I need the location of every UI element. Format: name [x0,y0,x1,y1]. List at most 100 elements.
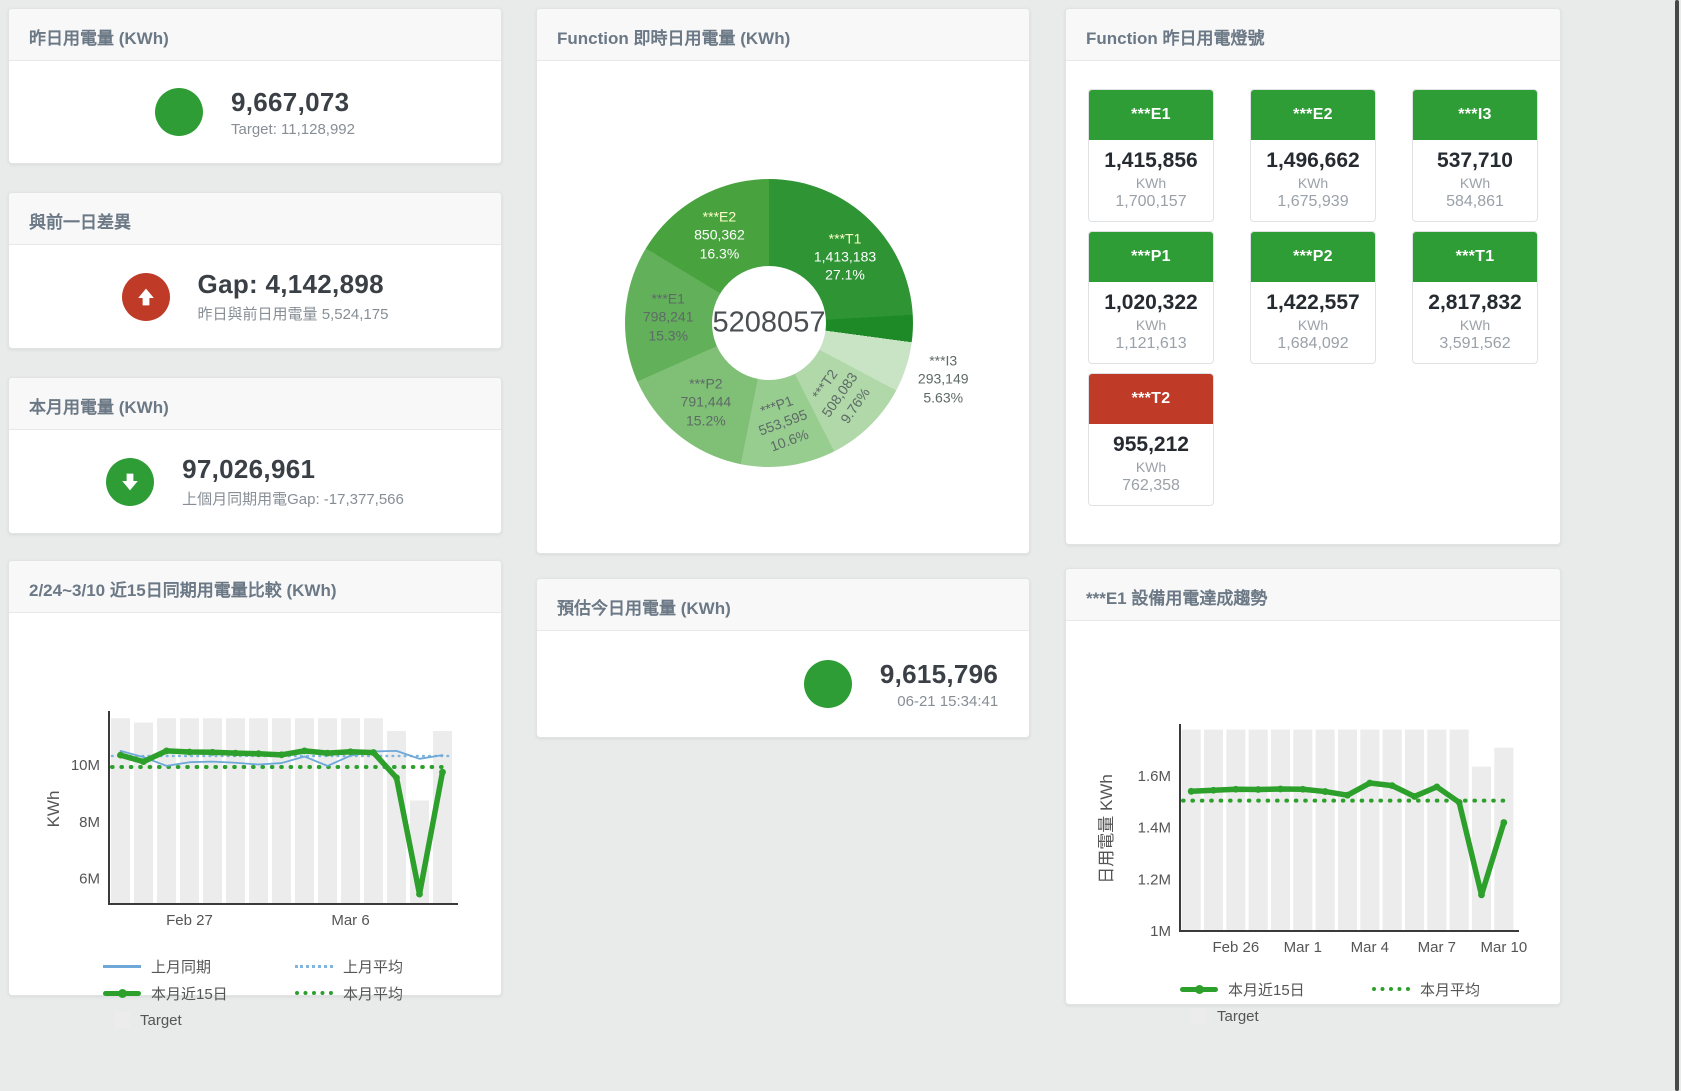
tile-usage-value: 1,415,856 [1093,149,1209,173]
card-15day-compare-chart: 2/24~3/10 近15日同期用電量比較 (KWh) 6M8M10MFeb 2… [8,560,502,996]
device-tile-I3[interactable]: ***I3 537,710 KWh 584,861 [1412,89,1538,222]
legend-item-本月近15日[interactable]: 本月近15日 [103,982,295,1004]
legend-label: 本月平均 [1420,979,1480,1000]
gap-previous-day-value: Gap: 4,142,898 [198,269,389,300]
tile-body: 1,422,557KWh1,684,092 [1251,282,1375,363]
tile-unit-label: KWh [1417,317,1533,333]
svg-text:6M: 6M [79,870,100,887]
yesterday-usage-target: Target: 11,128,992 [231,121,355,138]
donut-slice-label-E1: ***E1798,24115.3% [643,289,694,344]
svg-text:8M: 8M [79,814,100,831]
tile-usage-value: 955,212 [1093,433,1209,457]
legend-item-Target[interactable]: Target [1180,1005,1372,1027]
legend-item-本月近15日[interactable]: 本月近15日 [1180,978,1372,1000]
card-title-e1-trend: ***E1 設備用電達成趨勢 [1066,569,1560,621]
tile-usage-value: 1,496,662 [1255,149,1371,173]
arrow-up-circle-icon [122,273,170,321]
svg-text:Mar 4: Mar 4 [1351,939,1389,956]
donut-slice-label-P2: ***P2791,44415.2% [681,374,732,429]
tile-target-value: 1,700,157 [1093,193,1209,211]
card-function-lights: Function 昨日用電燈號 ***E11,415,856KWh1,700,1… [1065,8,1561,545]
card-yesterday-usage: 昨日用電量 (KWh) 9,667,073 Target: 11,128,992 [8,8,502,164]
tile-body: 2,817,832 KWh 3,591,562 [1413,282,1537,363]
device-tile-T1[interactable]: ***T1 2,817,832 KWh 3,591,562 [1412,231,1538,364]
today-estimate-value: 9,615,796 [880,659,998,690]
month-usage-gap: 上個月同期用電Gap: -17,377,566 [182,488,404,509]
legend-item-上月平均[interactable]: 上月平均 [295,955,466,977]
tile-body: 537,710 KWh 584,861 [1413,140,1537,221]
svg-text:Mar 10: Mar 10 [1480,939,1527,956]
svg-text:Mar 6: Mar 6 [331,912,369,929]
tile-header-label: ***E2 [1251,90,1375,140]
card-title-gap-previous-day: 與前一日差異 [9,193,501,245]
svg-text:日用電量 KWh: 日用電量 KWh [1097,774,1116,884]
tile-header-label: ***P2 [1251,232,1375,282]
tile-target-value: 584,861 [1417,193,1533,211]
yesterday-usage-value: 9,667,073 [231,87,355,118]
status-circle-icon [804,660,852,708]
legend-item-上月同期[interactable]: 上月同期 [103,955,295,977]
tile-header-label: ***I3 [1413,90,1537,140]
tile-body: 955,212KWh762,358 [1089,424,1213,505]
device-tile-T2[interactable]: ***T2955,212KWh762,358 [1088,373,1214,506]
device-tile-P1[interactable]: ***P1 1,020,322 KWh 1,121,613 [1088,231,1214,364]
card-title-function-realtime: Function 即時日用電量 (KWh) [537,9,1029,61]
e1-trend-chart-legend: 本月近15日 本月平均 Target [1180,978,1538,1027]
legend-label: Target [140,1012,182,1029]
e1-trend-chart: 1M1.2M1.4M1.6MFeb 26Mar 1Mar 4Mar 7Mar 1… [1088,719,1538,1027]
device-tile-E1[interactable]: ***E11,415,856KWh1,700,157 [1088,89,1214,222]
card-title-yesterday-usage: 昨日用電量 (KWh) [9,9,501,61]
legend-swatch [295,991,333,995]
today-estimate-timestamp: 06-21 15:34:41 [880,693,998,710]
card-title-function-lights: Function 昨日用電燈號 [1066,9,1560,61]
legend-swatch [1180,987,1218,992]
legend-item-本月平均[interactable]: 本月平均 [1372,978,1538,1000]
legend-label: 上月同期 [151,956,211,977]
tile-unit-label: KWh [1093,317,1209,333]
donut-slice-label-T1: ***T11,413,18327.1% [814,229,876,284]
svg-text:1.4M: 1.4M [1138,820,1171,837]
card-function-realtime-donut: Function 即時日用電量 (KWh) 5208057 ***T11,413… [536,8,1030,554]
legend-label: 上月平均 [343,956,403,977]
legend-label: 本月近15日 [1228,979,1305,1000]
legend-label: 本月近15日 [151,983,228,1004]
donut-center-total: 5208057 [713,307,826,340]
device-tile-P2[interactable]: ***P21,422,557KWh1,684,092 [1250,231,1376,364]
card-title-month-usage: 本月用電量 (KWh) [9,378,501,430]
svg-text:1.2M: 1.2M [1138,871,1171,888]
tile-unit-label: KWh [1255,317,1371,333]
legend-swatch [103,965,141,968]
donut-slice-label-E2: ***E2850,36216.3% [694,207,745,262]
tile-body: 1,496,662 KWh 1,675,939 [1251,140,1375,221]
compare-chart: 6M8M10MFeb 27Mar 6KWh 上月同期上月平均本月近15日本月平均… [41,706,466,1031]
legend-item-Target[interactable]: Target [103,1009,295,1031]
legend-item-本月平均[interactable]: 本月平均 [295,982,466,1004]
tile-target-value: 1,121,613 [1093,335,1209,353]
tile-body: 1,020,322 KWh 1,121,613 [1089,282,1213,363]
compare-chart-canvas: 6M8M10MFeb 27Mar 6KWh [41,706,466,946]
tile-usage-value: 537,710 [1417,149,1533,173]
legend-swatch [103,991,141,996]
tile-usage-value: 1,020,322 [1093,291,1209,315]
tile-target-value: 3,591,562 [1417,335,1533,353]
tile-unit-label: KWh [1417,175,1533,191]
donut-slice-label-I3: ***I3293,1495.63% [918,351,969,406]
card-today-estimate: 預估今日用電量 (KWh) 9,615,796 06-21 15:34:41 [536,578,1030,738]
svg-text:KWh: KWh [44,791,63,828]
device-tile-E2[interactable]: ***E2 1,496,662 KWh 1,675,939 [1250,89,1376,222]
svg-text:1.6M: 1.6M [1138,768,1171,785]
card-gap-previous-day: 與前一日差異 Gap: 4,142,898 昨日與前日用電量 5,524,175 [8,192,502,349]
tile-target-value: 1,675,939 [1255,193,1371,211]
tile-header-label: ***P1 [1089,232,1213,282]
realtime-donut-chart: 5208057 ***T11,413,18327.1% ***I3293,1495… [537,61,1029,553]
tile-body: 1,415,856 KWh 1,700,157 [1089,140,1213,221]
month-usage-value: 97,026,961 [182,454,404,485]
tile-header-label: ***T1 [1413,232,1537,282]
tile-usage-value: 2,817,832 [1417,291,1533,315]
tile-unit-label: KWh [1093,175,1209,191]
device-tiles-grid: ***E11,415,856KWh1,700,157***E21,496,662… [1088,89,1538,506]
legend-swatch [1372,987,1410,991]
tile-unit-label: KWh [1255,175,1371,191]
tile-usage-value: 1,422,557 [1255,291,1371,315]
vertical-scrollbar[interactable] [1675,0,1679,1091]
